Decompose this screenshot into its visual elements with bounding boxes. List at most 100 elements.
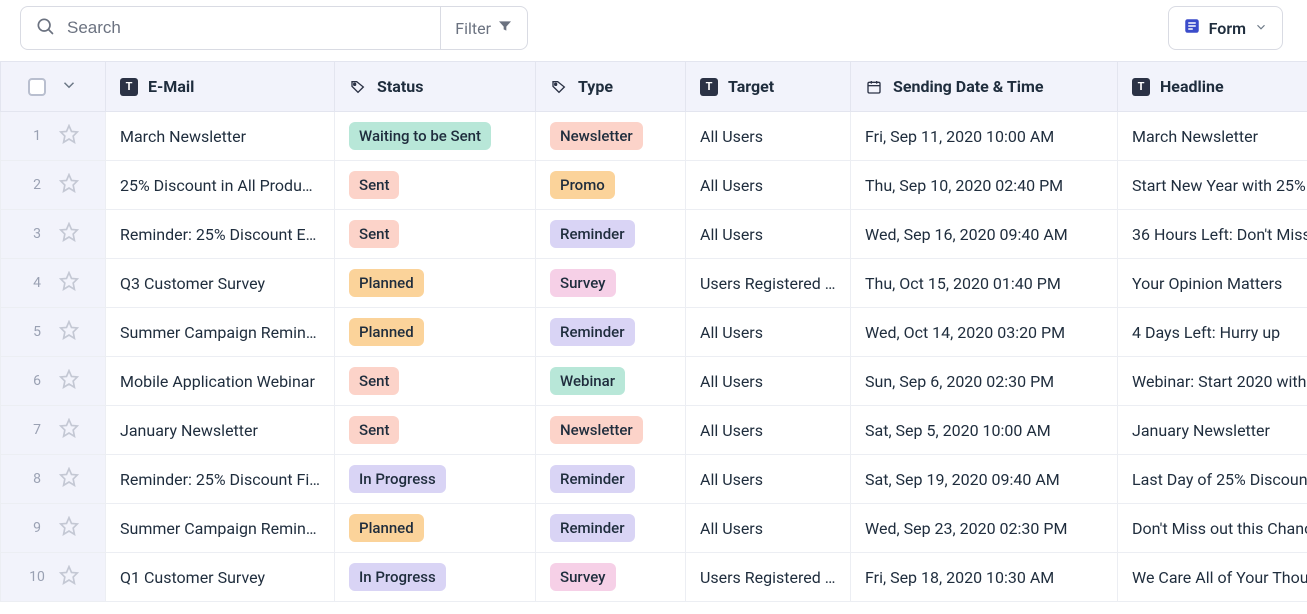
type-badge: Reminder [550,514,635,542]
cell-email[interactable]: Q3 Customer Survey [106,259,335,308]
cell-date[interactable]: Wed, Oct 14, 2020 03:20 PM [851,308,1118,357]
cell-target[interactable]: All Users [686,504,851,553]
cell-headline[interactable]: Last Day of 25% Discount [1118,455,1307,504]
search-field[interactable] [21,7,440,49]
star-icon[interactable] [59,418,79,442]
cell-status[interactable]: Sent [335,357,536,406]
cell-type[interactable]: Reminder [536,308,686,357]
header-select [1,62,106,112]
star-icon[interactable] [59,222,79,246]
cell-date[interactable]: Thu, Sep 10, 2020 02:40 PM [851,161,1118,210]
cell-target[interactable]: All Users [686,308,851,357]
cell-type[interactable]: Newsletter [536,112,686,161]
table-row[interactable]: 7January NewsletterSentNewsletterAll Use… [1,406,1307,455]
cell-type[interactable]: Promo [536,161,686,210]
table-row[interactable]: 1March NewsletterWaiting to be SentNewsl… [1,112,1307,161]
cell-email[interactable]: Summer Campaign Reminder [106,504,335,553]
cell-date[interactable]: Sun, Sep 6, 2020 02:30 PM [851,357,1118,406]
cell-date[interactable]: Wed, Sep 23, 2020 02:30 PM [851,504,1118,553]
header-status[interactable]: Status [335,62,536,112]
cell-status[interactable]: Sent [335,406,536,455]
cell-email[interactable]: 25% Discount in All Products [106,161,335,210]
cell-status[interactable]: Planned [335,308,536,357]
star-icon[interactable] [59,369,79,393]
cell-email[interactable]: Summer Campaign Reminder [106,308,335,357]
cell-date[interactable]: Thu, Oct 15, 2020 01:40 PM [851,259,1118,308]
cell-target[interactable]: Users Registered Q3 [686,259,851,308]
cell-type[interactable]: Reminder [536,504,686,553]
cell-target[interactable]: All Users [686,357,851,406]
cell-email[interactable]: Reminder: 25% Discount Ends [106,210,335,259]
cell-date[interactable]: Fri, Sep 11, 2020 10:00 AM [851,112,1118,161]
star-icon[interactable] [59,124,79,148]
cell-status[interactable]: Sent [335,210,536,259]
table-row[interactable]: 10Q1 Customer SurveyIn ProgressSurveyUse… [1,553,1307,602]
cell-email[interactable]: January Newsletter [106,406,335,455]
header-date[interactable]: Sending Date & Time [851,62,1118,112]
cell-status[interactable]: In Progress [335,455,536,504]
cell-status[interactable]: Planned [335,259,536,308]
header-type[interactable]: Type [536,62,686,112]
cell-email[interactable]: Reminder: 25% Discount Final [106,455,335,504]
type-badge: Webinar [550,367,625,395]
cell-date[interactable]: Wed, Sep 16, 2020 09:40 AM [851,210,1118,259]
star-icon[interactable] [59,320,79,344]
table-row[interactable]: 4 Q3 Customer SurveyPlannedSurveyUsers Re… [1,259,1307,308]
star-icon[interactable] [59,271,79,295]
cell-type[interactable]: Reminder [536,210,686,259]
cell-type[interactable]: Survey [536,259,686,308]
cell-target[interactable]: All Users [686,112,851,161]
cell-status[interactable]: Planned [335,504,536,553]
cell-headline[interactable]: March Newsletter [1118,112,1307,161]
cell-headline[interactable]: January Newsletter [1118,406,1307,455]
star-icon[interactable] [59,516,79,540]
cell-status[interactable]: Sent [335,161,536,210]
star-icon[interactable] [59,467,79,491]
view-form-button[interactable]: Form [1168,6,1283,50]
table-row[interactable]: 225% Discount in All ProductsSentPromoAl… [1,161,1307,210]
table-row[interactable]: 3Reminder: 25% Discount EndsSentReminder… [1,210,1307,259]
cell-target[interactable]: All Users [686,161,851,210]
cell-headline[interactable]: Don't Miss out this Chance [1118,504,1307,553]
cell-headline[interactable]: We Care All of Your Thoughts [1118,553,1307,602]
cell-status[interactable]: In Progress [335,553,536,602]
cell-target[interactable]: Users Registered Q1 [686,553,851,602]
cell-headline[interactable]: Start New Year with 25% Off [1118,161,1307,210]
cell-status[interactable]: Waiting to be Sent [335,112,536,161]
header-headline[interactable]: T Headline [1118,62,1307,112]
select-all-checkbox[interactable] [28,78,46,96]
type-badge: Survey [550,563,616,591]
cell-type[interactable]: Webinar [536,357,686,406]
cell-target[interactable]: All Users [686,210,851,259]
type-badge: Reminder [550,220,635,248]
cell-type[interactable]: Survey [536,553,686,602]
cell-date[interactable]: Sat, Sep 5, 2020 10:00 AM [851,406,1118,455]
cell-email[interactable]: March Newsletter [106,112,335,161]
star-icon[interactable] [59,173,79,197]
cell-date[interactable]: Sat, Sep 19, 2020 09:40 AM [851,455,1118,504]
toolbar: Filter Form [0,0,1307,56]
row-number: 4 [27,275,47,291]
cell-target[interactable]: All Users [686,455,851,504]
cell-headline[interactable]: Your Opinion Matters [1118,259,1307,308]
cell-target[interactable]: All Users [686,406,851,455]
table-row[interactable]: 8Reminder: 25% Discount FinalIn Progress… [1,455,1307,504]
cell-type[interactable]: Newsletter [536,406,686,455]
search-input[interactable] [65,17,426,39]
cell-headline[interactable]: 4 Days Left: Hurry up [1118,308,1307,357]
star-icon[interactable] [59,565,79,589]
table-row[interactable]: 6Mobile Application WebinarSentWebinarAl… [1,357,1307,406]
table-row[interactable]: 5Summer Campaign ReminderPlannedReminder… [1,308,1307,357]
cell-email[interactable]: Q1 Customer Survey [106,553,335,602]
cell-date[interactable]: Fri, Sep 18, 2020 10:30 AM [851,553,1118,602]
cell-type[interactable]: Reminder [536,455,686,504]
header-target[interactable]: T Target [686,62,851,112]
table-row[interactable]: 9Summer Campaign ReminderPlannedReminder… [1,504,1307,553]
cell-headline[interactable]: 36 Hours Left: Don't Miss Out [1118,210,1307,259]
calendar-column-icon [865,78,883,96]
chevron-down-icon[interactable] [60,76,78,98]
header-email[interactable]: T E-Mail [106,62,335,112]
cell-email[interactable]: Mobile Application Webinar [106,357,335,406]
cell-headline[interactable]: Webinar: Start 2020 with Us [1118,357,1307,406]
filter-button[interactable]: Filter [440,7,527,49]
